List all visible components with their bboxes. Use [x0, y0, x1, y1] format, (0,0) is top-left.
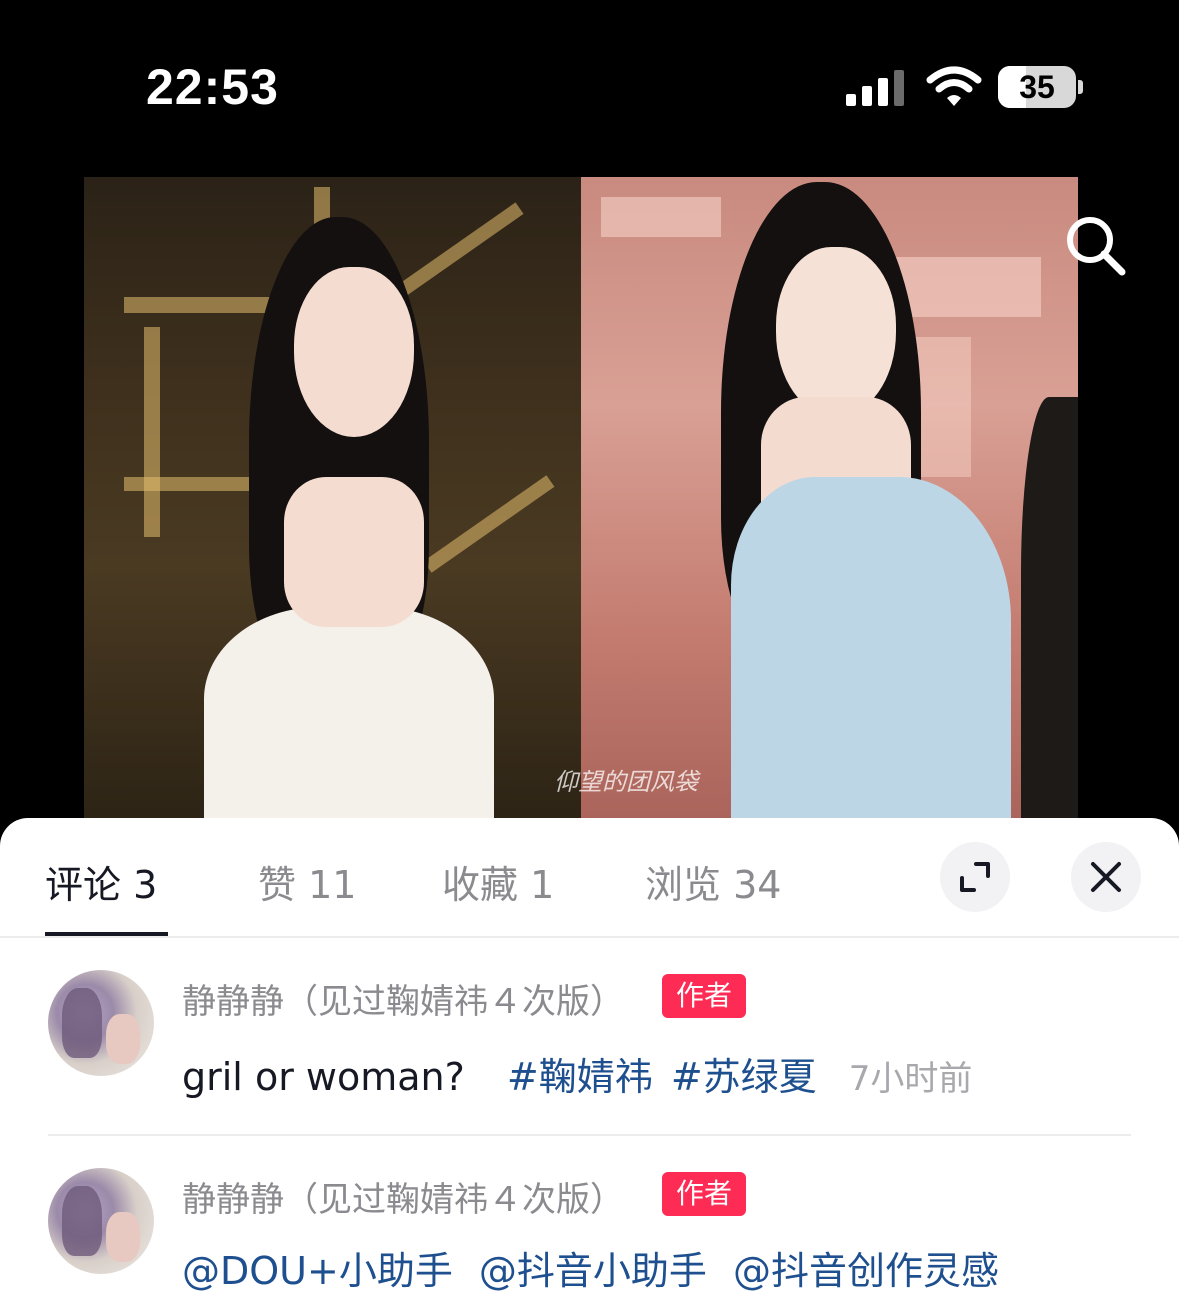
status-bar: 22:53 35: [0, 0, 1179, 170]
tab-views[interactable]: 浏览 34: [645, 854, 781, 909]
status-time: 22:53: [146, 59, 279, 115]
post-image[interactable]: 仰望的团风袋: [84, 177, 1078, 827]
comment-text-line: @DOU+小助手 @抖音小助手 @抖音创作灵感: [182, 1240, 999, 1295]
photo-left-panel: [84, 177, 581, 827]
battery-level: 35: [1019, 69, 1055, 105]
comment-username[interactable]: 静静静（见过鞠婧祎４次版）: [182, 974, 624, 1023]
watermark: 仰望的团风袋: [554, 768, 698, 796]
tab-favorites[interactable]: 收藏 1: [442, 854, 554, 909]
search-zoom-icon[interactable]: [1060, 210, 1130, 280]
wifi-icon: [926, 66, 982, 106]
cellular-signal-icon: [846, 70, 906, 106]
battery-tip: [1078, 80, 1083, 94]
tab-likes[interactable]: 赞 11: [258, 854, 356, 909]
expand-icon: [960, 862, 990, 892]
hashtag-link[interactable]: #苏绿夏: [671, 1055, 817, 1099]
mention-link[interactable]: @DOU+小助手: [182, 1249, 453, 1293]
comment-sheet: 评论 3 赞 11 收藏 1 浏览 34 静静静（见过鞠婧祎４次版） 作者 gr…: [0, 818, 1179, 1302]
mention-link[interactable]: @抖音小助手: [479, 1249, 707, 1293]
hashtag-link[interactable]: #鞠婧祎: [507, 1055, 653, 1099]
mention-link[interactable]: @抖音创作灵感: [733, 1249, 999, 1293]
avatar[interactable]: [48, 1168, 154, 1274]
comment-text-line: gril or woman? #鞠婧祎 #苏绿夏 7小时前: [182, 1046, 972, 1101]
author-badge: 作者: [662, 1172, 746, 1216]
author-badge: 作者: [662, 974, 746, 1018]
tab-comments[interactable]: 评论 3: [45, 854, 157, 909]
comment-divider: [48, 1134, 1131, 1136]
comment-time: 7小时前: [848, 1059, 973, 1099]
battery-icon: 35: [998, 66, 1076, 108]
comment-text: gril or woman?: [182, 1055, 465, 1099]
close-icon: [1091, 862, 1121, 892]
tab-divider: [0, 936, 1179, 938]
close-button[interactable]: [1071, 842, 1141, 912]
expand-button[interactable]: [940, 842, 1010, 912]
avatar[interactable]: [48, 970, 154, 1076]
comment-username[interactable]: 静静静（见过鞠婧祎４次版）: [182, 1172, 624, 1221]
photo-right-panel: [581, 177, 1078, 827]
